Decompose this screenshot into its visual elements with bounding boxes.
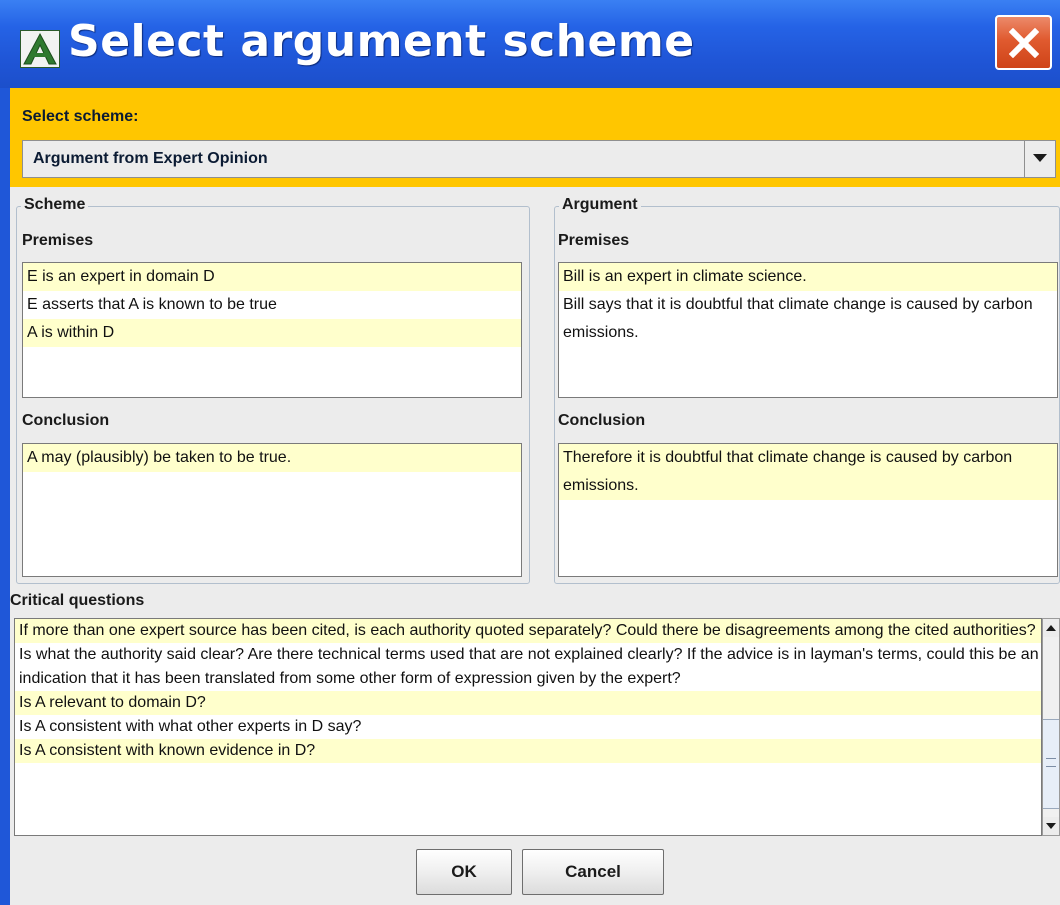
select-scheme-label: Select scheme: [22,108,139,125]
scroll-down-button[interactable] [1043,817,1059,835]
scheme-premise: E is an expert in domain D [23,263,521,291]
dialog-window: Select argument scheme Select scheme: Ar… [0,0,1060,905]
scheme-conclusion-label: Conclusion [22,412,110,429]
scheme-conclusion-text: A may (plausibly) be taken to be true. [23,444,521,472]
argument-premise: Bill is an expert in climate science. [559,263,1057,291]
argument-premise: Bill says that it is doubtful that clima… [563,296,1033,341]
scheme-conclusion-box[interactable]: A may (plausibly) be taken to be true. [22,443,522,577]
scheme-dropdown[interactable]: Argument from Expert Opinion [22,140,1056,178]
critical-questions-scrollbar[interactable] [1042,618,1060,836]
critical-question-item: Is A consistent with what other experts … [19,718,362,735]
arrow-down-icon [1046,823,1056,829]
close-button[interactable] [995,15,1052,70]
title-bar[interactable]: Select argument scheme [0,0,1060,88]
scroll-thumb[interactable] [1043,719,1059,809]
argument-conclusion-box[interactable]: Therefore it is doubtful that climate ch… [558,443,1058,577]
scheme-premise: A is within D [23,319,521,347]
critical-questions-list[interactable]: If more than one expert source has been … [14,618,1042,836]
critical-questions-label: Critical questions [10,592,145,609]
scheme-premise: E asserts that A is known to be true [27,296,277,313]
argument-conclusion-label: Conclusion [558,412,646,429]
chevron-down-icon [1033,154,1047,162]
cancel-button[interactable]: Cancel [522,849,664,895]
argument-premises-box[interactable]: Bill is an expert in climate science. Bi… [558,262,1058,398]
critical-question-item: If more than one expert source has been … [15,619,1041,643]
app-logo-icon [20,30,60,68]
dialog-body: Select scheme: Argument from Expert Opin… [10,88,1060,905]
critical-question-item: Is A consistent with known evidence in D… [15,739,1041,763]
dropdown-arrow-button[interactable] [1024,141,1055,177]
close-icon [1009,28,1039,58]
scheme-dropdown-value: Argument from Expert Opinion [33,150,268,167]
scheme-selector-panel: Select scheme: Argument from Expert Opin… [10,88,1060,187]
critical-question-item: Is what the authority said clear? Are th… [19,646,1039,687]
argument-premises-label: Premises [558,232,630,249]
scroll-grip-icon [1046,758,1056,767]
window-title: Select argument scheme [68,16,695,67]
argument-group-title: Argument [559,196,641,214]
scheme-premises-label: Premises [22,232,94,249]
ok-button[interactable]: OK [416,849,512,895]
scheme-premises-box[interactable]: E is an expert in domain D E asserts tha… [22,262,522,398]
scheme-group-title: Scheme [21,196,89,214]
argument-conclusion-text: Therefore it is doubtful that climate ch… [559,444,1057,500]
scroll-up-button[interactable] [1043,619,1059,637]
critical-question-item: Is A relevant to domain D? [15,691,1041,715]
arrow-up-icon [1046,625,1056,631]
